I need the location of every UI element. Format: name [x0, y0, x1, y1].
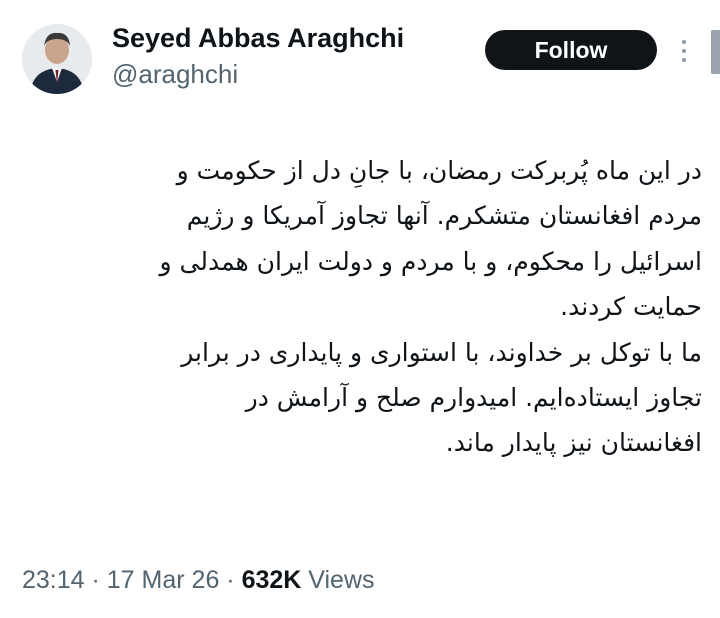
- tweet-header: Seyed Abbas Araghchi @araghchi Follow: [22, 20, 720, 100]
- tweet-card: Seyed Abbas Araghchi @araghchi Follow در…: [0, 0, 720, 618]
- tweet-text-line: تجاوز ایستاده‌ایم. امیدوارم صلح و آرامش …: [245, 383, 702, 413]
- views-label: Views: [308, 566, 375, 594]
- author-display-name[interactable]: Seyed Abbas Araghchi: [112, 20, 404, 56]
- tweet-text-line: حمایت کردند.: [560, 292, 702, 322]
- tweet-time[interactable]: 23:14: [22, 566, 85, 594]
- meta-separator: ·: [84, 566, 107, 594]
- author-names: Seyed Abbas Araghchi @araghchi: [112, 20, 404, 90]
- tweet-text-line: افغانستان نیز پایدار ماند.: [445, 428, 702, 458]
- tweet-text-line: ما با توکل بر خداوند، با استواری و پایدا…: [181, 337, 702, 367]
- tweet-text-line: اسرائیل را محکوم، و با مردم و دولت ایران…: [159, 246, 702, 276]
- follow-button[interactable]: Follow: [485, 30, 657, 70]
- tweet-text: در این ماه پُربرکت رمضان، با جانِ دل از …: [40, 148, 702, 466]
- author-handle[interactable]: @araghchi: [112, 58, 404, 90]
- scrollbar[interactable]: [711, 30, 720, 74]
- avatar[interactable]: [22, 24, 92, 94]
- more-vertical-icon[interactable]: [674, 36, 694, 68]
- user-avatar-icon: [22, 24, 92, 94]
- tweet-text-line: در این ماه پُربرکت رمضان، با جانِ دل از …: [176, 156, 702, 185]
- tweet-meta: 23:14 · 17 Mar 26 · 632K Views: [22, 562, 375, 598]
- tweet-date[interactable]: 17 Mar 26: [107, 566, 220, 594]
- views-count: 632K: [241, 566, 302, 594]
- tweet-text-line: مردم افغانستان متشکرم. آنها تجاوز آمریکا…: [186, 201, 702, 231]
- meta-separator: ·: [219, 566, 242, 594]
